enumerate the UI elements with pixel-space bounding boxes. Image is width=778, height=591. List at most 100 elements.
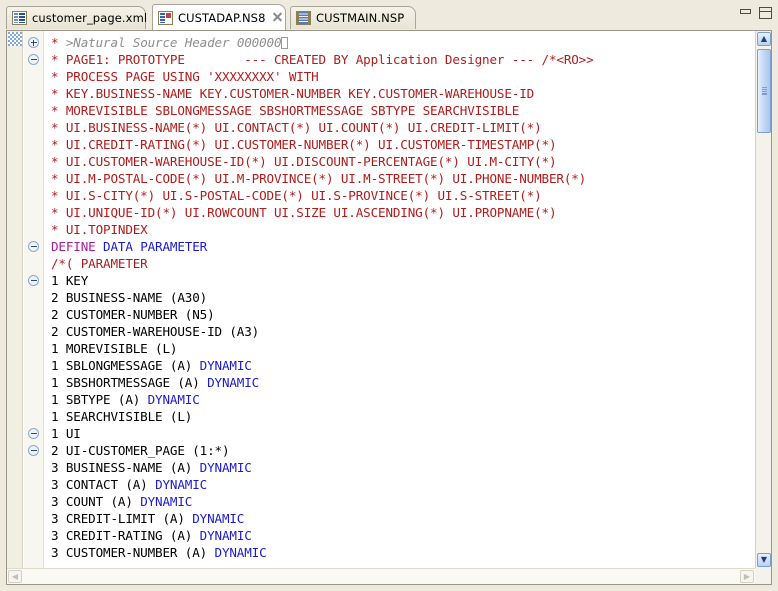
code-line[interactable]: 1 UI — [51, 425, 755, 442]
code-token-keyword: DATA PARAMETER — [103, 239, 207, 254]
xml-file-icon — [12, 11, 27, 25]
code-line[interactable]: * >Natural Source Header 000000 — [51, 34, 755, 51]
tab-label: CUSTMAIN.NSP — [316, 11, 404, 25]
code-line[interactable]: * UI.CREDIT-RATING(*) UI.CUSTOMER-NUMBER… — [51, 136, 755, 153]
code-token-plain: 1 KEY — [51, 273, 88, 288]
code-token-plain: 3 CONTACT (A) — [51, 477, 155, 492]
code-line[interactable]: 2 CUSTOMER-WAREHOUSE-ID (A3) — [51, 323, 755, 340]
code-token-plain: 3 CREDIT-LIMIT (A) — [51, 511, 192, 526]
code-token-plain: 2 UI-CUSTOMER_PAGE (1:*) — [51, 443, 229, 458]
code-text[interactable]: * >Natural Source Header 000000* PAGE1: … — [51, 34, 755, 561]
adapter-file-icon — [158, 11, 173, 25]
fold-collapse-icon[interactable] — [28, 275, 39, 286]
code-token-plain: 2 BUSINESS-NAME (A30) — [51, 290, 207, 305]
code-token-comment: * UI.M-POSTAL-CODE(*) UI.M-PROVINCE(*) U… — [51, 171, 586, 186]
code-line[interactable]: * PAGE1: PROTOTYPE --- CREATED BY Applic… — [51, 51, 755, 68]
code-viewport[interactable]: * >Natural Source Header 000000* PAGE1: … — [45, 31, 755, 568]
close-icon[interactable] — [272, 12, 283, 23]
code-token-keyword: DYNAMIC — [200, 460, 252, 475]
editor-tab-bar: customer_page.xml CUSTADAP.NS8 CUSTMAIN.… — [0, 0, 778, 30]
code-line[interactable]: 1 KEY — [51, 272, 755, 289]
tab-custadap-ns8[interactable]: CUSTADAP.NS8 — [152, 4, 286, 30]
fold-collapse-icon[interactable] — [28, 54, 39, 65]
code-line[interactable]: * PROCESS PAGE USING 'XXXXXXXX' WITH — [51, 68, 755, 85]
code-token-plain: 1 MOREVISIBLE (L) — [51, 341, 177, 356]
code-line[interactable]: 2 BUSINESS-NAME (A30) — [51, 289, 755, 306]
code-line[interactable]: DEFINE DATA PARAMETER — [51, 238, 755, 255]
code-line[interactable]: 1 SEARCHVISIBLE (L) — [51, 408, 755, 425]
code-token-comment: * UI.S-CITY(*) UI.S-POSTAL-CODE(*) UI.S-… — [51, 188, 542, 203]
window-controls — [739, 7, 772, 19]
code-token-comment: * UI.CUSTOMER-WAREHOUSE-ID(*) UI.DISCOUN… — [51, 154, 556, 169]
fold-collapse-icon[interactable] — [28, 241, 39, 252]
horizontal-scrollbar[interactable]: ◀ ▶ — [7, 568, 755, 584]
code-token-plain: 1 SEARCHVISIBLE (L) — [51, 409, 192, 424]
scroll-up-icon[interactable]: ▲ — [757, 32, 771, 46]
code-token-keyword: DYNAMIC — [200, 358, 252, 373]
code-line[interactable]: 1 SBLONGMESSAGE (A) DYNAMIC — [51, 357, 755, 374]
tab-custmain-nsp[interactable]: CUSTMAIN.NSP — [290, 6, 416, 29]
code-line[interactable]: /*( PARAMETER — [51, 255, 755, 272]
code-line[interactable]: * KEY.BUSINESS-NAME KEY.CUSTOMER-NUMBER … — [51, 85, 755, 102]
code-token-keyword: DYNAMIC — [140, 494, 192, 509]
code-token-header: >Natural Source Header 000000 — [66, 35, 282, 50]
code-line[interactable]: * UI.M-POSTAL-CODE(*) UI.M-PROVINCE(*) U… — [51, 170, 755, 187]
code-token-keyword: DYNAMIC — [215, 545, 267, 560]
fold-expand-icon[interactable] — [28, 37, 39, 48]
fold-collapse-icon[interactable] — [28, 428, 39, 439]
scroll-down-icon[interactable]: ▼ — [757, 553, 771, 567]
code-token-comment: * — [51, 35, 66, 50]
code-line[interactable]: 2 UI-CUSTOMER_PAGE (1:*) — [51, 442, 755, 459]
fold-collapse-icon[interactable] — [28, 445, 39, 456]
code-token-comment: * PROCESS PAGE USING 'XXXXXXXX' WITH — [51, 69, 319, 84]
minimize-icon[interactable] — [739, 8, 752, 18]
code-line[interactable]: * UI.UNIQUE-ID(*) UI.ROWCOUNT UI.SIZE UI… — [51, 204, 755, 221]
code-token-plain: 3 CREDIT-RATING (A) — [51, 528, 200, 543]
code-token-keyword: DYNAMIC — [155, 477, 207, 492]
maximize-icon[interactable] — [759, 7, 772, 19]
code-line[interactable]: * UI.S-CITY(*) UI.S-POSTAL-CODE(*) UI.S-… — [51, 187, 755, 204]
text-caret — [281, 37, 288, 49]
scroll-left-icon[interactable]: ◀ — [8, 570, 22, 583]
code-token-plain: 1 SBSHORTMESSAGE (A) — [51, 375, 207, 390]
code-token-keyword: DYNAMIC — [200, 528, 252, 543]
page-file-icon — [296, 11, 311, 25]
code-line[interactable]: * UI.BUSINESS-NAME(*) UI.CONTACT(*) UI.C… — [51, 119, 755, 136]
code-token-plain: 1 SBLONGMESSAGE (A) — [51, 358, 200, 373]
code-token-comment: * PAGE1: PROTOTYPE --- CREATED BY Applic… — [51, 52, 594, 67]
code-line[interactable]: * UI.TOPINDEX — [51, 221, 755, 238]
code-line[interactable]: * MOREVISIBLE SBLONGMESSAGE SBSHORTMESSA… — [51, 102, 755, 119]
code-line[interactable]: 1 SBTYPE (A) DYNAMIC — [51, 391, 755, 408]
code-line[interactable]: 2 CUSTOMER-NUMBER (N5) — [51, 306, 755, 323]
folding-ruler[interactable] — [24, 31, 44, 584]
code-token-comment: * UI.UNIQUE-ID(*) UI.ROWCOUNT UI.SIZE UI… — [51, 205, 556, 220]
code-line[interactable]: 3 CREDIT-RATING (A) DYNAMIC — [51, 527, 755, 544]
code-token-plain: 1 SBTYPE (A) — [51, 392, 148, 407]
scroll-right-icon[interactable]: ▶ — [740, 570, 754, 583]
code-line[interactable]: 3 CONTACT (A) DYNAMIC — [51, 476, 755, 493]
code-line[interactable]: 3 COUNT (A) DYNAMIC — [51, 493, 755, 510]
code-line[interactable]: 3 BUSINESS-NAME (A) DYNAMIC — [51, 459, 755, 476]
code-token-comment: /*( PARAMETER — [51, 256, 148, 271]
code-line[interactable]: 1 SBSHORTMESSAGE (A) DYNAMIC — [51, 374, 755, 391]
marker-ruler[interactable] — [7, 31, 23, 584]
vertical-scrollbar[interactable]: ▲ ▼ — [755, 31, 771, 568]
source-editor: * >Natural Source Header 000000* PAGE1: … — [6, 30, 772, 585]
code-line[interactable]: 1 MOREVISIBLE (L) — [51, 340, 755, 357]
code-line[interactable]: 3 CREDIT-LIMIT (A) DYNAMIC — [51, 510, 755, 527]
vertical-scrollbar-thumb[interactable] — [757, 49, 771, 133]
scroll-corner — [755, 568, 771, 584]
tab-customer-page-xml[interactable]: customer_page.xml — [6, 6, 146, 29]
code-token-plain: 1 UI — [51, 426, 81, 441]
code-token-comment: * UI.CREDIT-RATING(*) UI.CUSTOMER-NUMBER… — [51, 137, 556, 152]
code-line[interactable]: * UI.CUSTOMER-WAREHOUSE-ID(*) UI.DISCOUN… — [51, 153, 755, 170]
code-token-plain: 2 CUSTOMER-WAREHOUSE-ID (A3) — [51, 324, 259, 339]
code-token-plain: 3 BUSINESS-NAME (A) — [51, 460, 200, 475]
code-token-define: DEFINE — [51, 239, 103, 254]
code-line[interactable]: 3 CUSTOMER-NUMBER (A) DYNAMIC — [51, 544, 755, 561]
editor-window: customer_page.xml CUSTADAP.NS8 CUSTMAIN.… — [0, 0, 778, 591]
code-token-comment: * MOREVISIBLE SBLONGMESSAGE SBSHORTMESSA… — [51, 103, 519, 118]
code-token-keyword: DYNAMIC — [207, 375, 259, 390]
tab-label: CUSTADAP.NS8 — [178, 11, 265, 25]
marker-overview-icon — [8, 32, 22, 46]
